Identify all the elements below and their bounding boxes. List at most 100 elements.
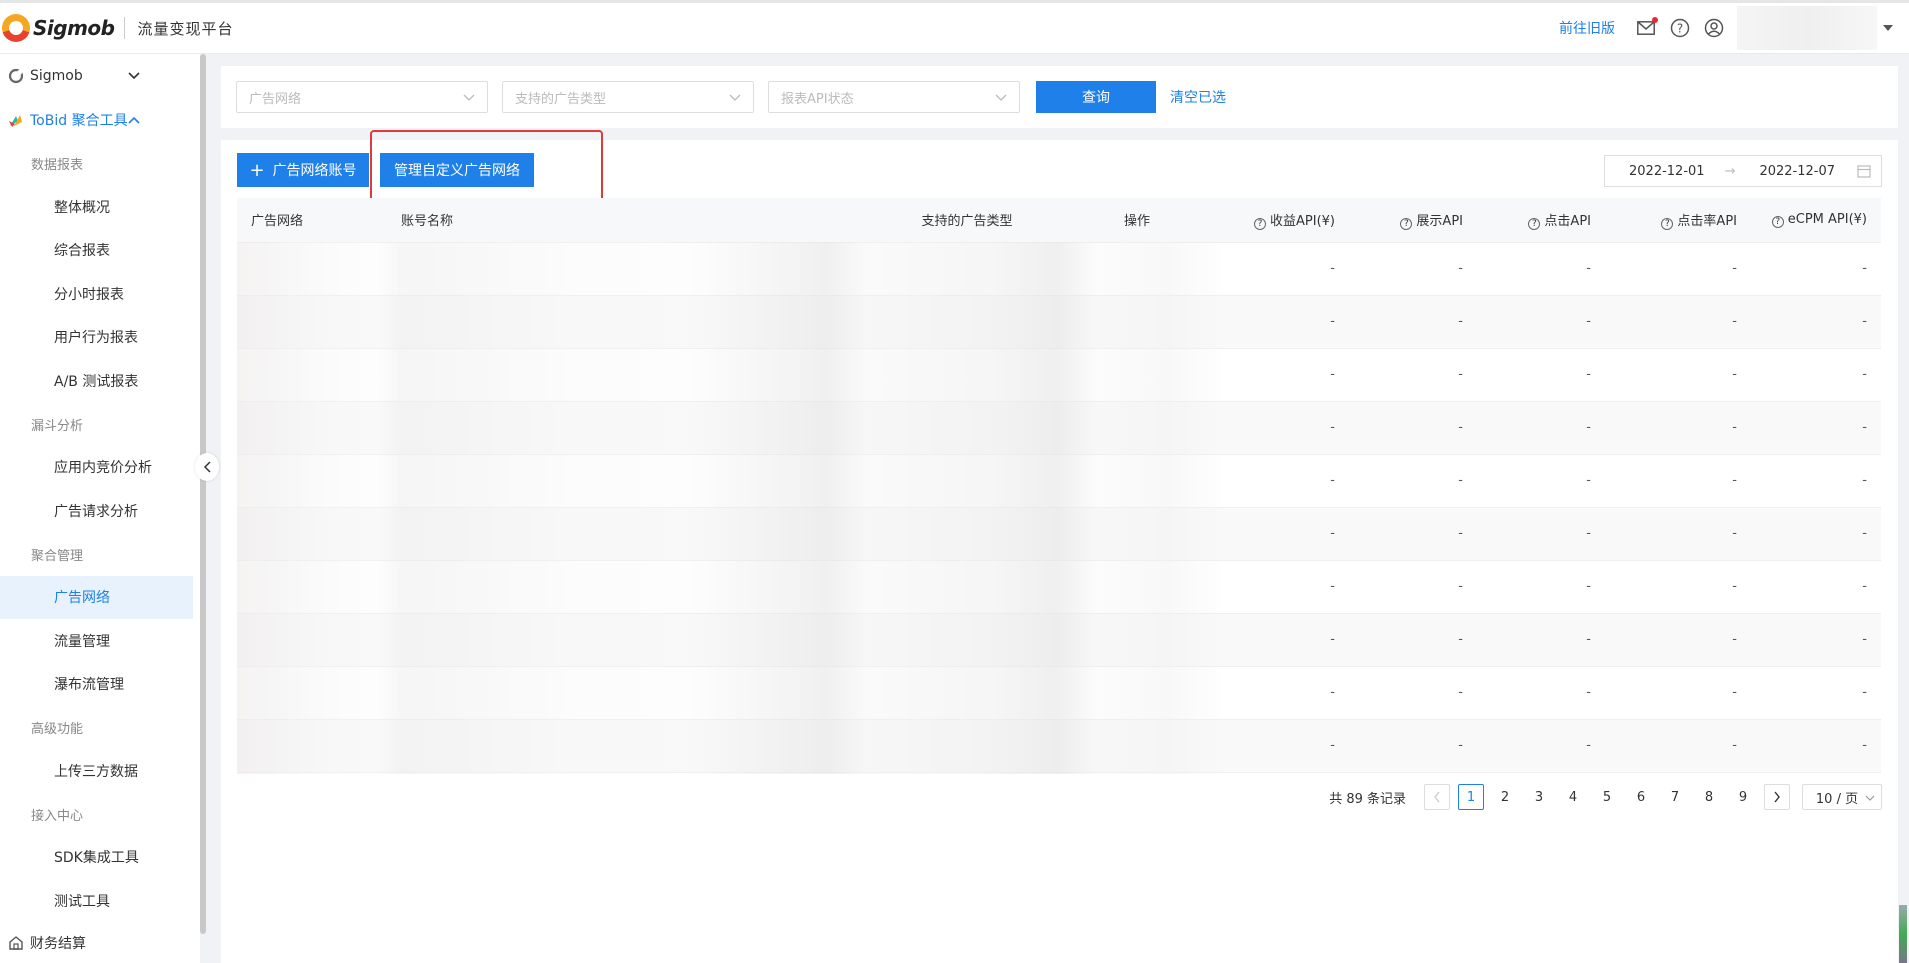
metric-cell: - — [1458, 314, 1463, 329]
redacted-cell — [237, 719, 1197, 772]
metric-cell: - — [1732, 526, 1737, 541]
api-status-select[interactable]: 报表API状态 — [768, 81, 1020, 113]
metric-cell: - — [1586, 526, 1591, 541]
column-ecpm-api[interactable]: ? eCPM API(¥) — [1751, 198, 1881, 243]
page-button[interactable]: 8 — [1696, 784, 1722, 810]
table-row[interactable]: ----- — [237, 507, 1881, 560]
chevron-down-icon — [1865, 795, 1875, 801]
column-account-name[interactable]: 账号名称 — [387, 198, 857, 243]
redacted-cell — [237, 666, 1197, 719]
sidebar-item-sdk-tool[interactable]: SDK集成工具 — [0, 836, 200, 880]
table-row[interactable]: ----- — [237, 613, 1881, 666]
date-end[interactable]: 2022-12-07 — [1759, 164, 1835, 179]
date-range-picker[interactable]: 2022-12-01 → 2022-12-07 — [1604, 155, 1882, 187]
date-start[interactable]: 2022-12-01 — [1629, 164, 1705, 179]
page-button[interactable]: 5 — [1594, 784, 1620, 810]
metric-cell: - — [1732, 579, 1737, 594]
sidebar-item-sigmob[interactable]: Sigmob — [0, 54, 200, 98]
ad-type-select[interactable]: 支持的广告类型 — [502, 81, 754, 113]
table-row[interactable]: ----- — [237, 666, 1881, 719]
page-button[interactable]: 2 — [1492, 784, 1518, 810]
sidebar-item-user-behavior-report[interactable]: 用户行为报表 — [0, 316, 200, 360]
query-button[interactable]: 查询 — [1036, 81, 1156, 113]
sidebar-collapse-button[interactable] — [195, 453, 219, 481]
metric-cell: - — [1330, 738, 1335, 753]
metric-cell: - — [1330, 314, 1335, 329]
user-name-redacted[interactable] — [1737, 6, 1877, 50]
column-ad-types[interactable]: 支持的广告类型 — [857, 198, 1077, 243]
add-account-button[interactable]: + 广告网络账号 — [237, 153, 369, 187]
user-menu-caret-icon[interactable] — [1883, 25, 1893, 31]
ad-network-select[interactable]: 广告网络 — [236, 81, 488, 113]
clear-selection-link[interactable]: 清空已选 — [1170, 87, 1226, 107]
sidebar-section-integration: 接入中心 — [31, 808, 84, 824]
question-icon[interactable]: ? — [1771, 215, 1784, 228]
sidebar-section-advanced: 高级功能 — [31, 722, 84, 737]
sidebar-item-hourly-report[interactable]: 分小时报表 — [0, 272, 200, 316]
table-row[interactable]: ----- — [237, 454, 1881, 507]
old-version-link[interactable]: 前往旧版 — [1559, 18, 1615, 38]
pagination: 共 89 条记录 123456789 10 / 页 — [1329, 784, 1882, 810]
chevron-right-icon — [1774, 791, 1780, 803]
page-size-select[interactable]: 10 / 页 — [1802, 784, 1882, 810]
prev-page-button[interactable] — [1424, 784, 1450, 810]
next-page-button[interactable] — [1764, 784, 1790, 810]
column-ctr-api[interactable]: ? 点击率API — [1605, 198, 1751, 243]
column-ad-network[interactable]: 广告网络 — [237, 198, 387, 243]
page-button[interactable]: 3 — [1526, 784, 1552, 810]
brand-logo[interactable]: Sigmob — [2, 13, 115, 43]
table-row[interactable]: ----- — [237, 348, 1881, 401]
sidebar-item-ab-test-report[interactable]: A/B 测试报表 — [0, 359, 200, 403]
redacted-cell — [237, 401, 1197, 454]
table-row[interactable]: ----- — [237, 719, 1881, 772]
user-icon[interactable] — [1703, 17, 1725, 39]
page-button[interactable]: 7 — [1662, 784, 1688, 810]
page-size-value: 10 / 页 — [1815, 791, 1859, 807]
sidebar-item-finance[interactable]: 财务结算 — [0, 923, 200, 963]
notification-dot — [1652, 17, 1658, 23]
calendar-icon — [1857, 165, 1871, 178]
question-icon[interactable]: ? — [1254, 217, 1267, 230]
redacted-cell — [237, 613, 1197, 666]
column-actions: 操作 — [1077, 198, 1197, 243]
finance-icon — [9, 935, 23, 950]
question-icon[interactable]: ? — [1400, 217, 1413, 230]
column-click-api[interactable]: ? 点击API — [1477, 198, 1605, 243]
page-button[interactable]: 4 — [1560, 784, 1586, 810]
column-revenue-api[interactable]: ? 收益API(¥) — [1197, 198, 1349, 243]
sidebar-item-test-tool[interactable]: 测试工具 — [0, 879, 200, 923]
sidebar-item-in-app-bidding[interactable]: 应用内竞价分析 — [0, 446, 200, 490]
table-row[interactable]: ----- — [237, 242, 1881, 295]
sidebar-group-tobid[interactable]: ToBid 聚合工具 — [0, 98, 200, 142]
chevron-down-icon — [128, 72, 140, 80]
metric-cell: - — [1732, 367, 1737, 382]
question-icon[interactable]: ? — [1661, 217, 1674, 230]
sidebar-item-upload-third-party[interactable]: 上传三方数据 — [0, 749, 200, 793]
metric-cell: - — [1330, 261, 1335, 276]
sidebar-scrollbar[interactable] — [200, 54, 206, 934]
question-icon[interactable]: ? — [1528, 217, 1541, 230]
column-impression-api[interactable]: ? 展示API — [1349, 198, 1477, 243]
sidebar-item-ad-request-analysis[interactable]: 广告请求分析 — [0, 489, 200, 533]
metric-cell: - — [1732, 420, 1737, 435]
sidebar-item-waterfall-management[interactable]: 瀑布流管理 — [0, 663, 200, 707]
sidebar: Sigmob ToBid 聚合工具 数据报表 整体概况 综合报表 分小时报表 用… — [0, 54, 200, 963]
sidebar-item-overview[interactable]: 整体概况 — [0, 185, 200, 229]
metric-cell: - — [1732, 738, 1737, 753]
select-placeholder: 广告网络 — [249, 91, 302, 107]
filter-bar: 广告网络 支持的广告类型 报表API状态 查询 清空已选 — [221, 66, 1898, 128]
help-icon[interactable]: ? — [1669, 17, 1691, 39]
page-button[interactable]: 9 — [1730, 784, 1756, 810]
table-row[interactable]: ----- — [237, 295, 1881, 348]
table-row[interactable]: ----- — [237, 401, 1881, 454]
sidebar-item-ad-network[interactable]: 广告网络 — [0, 575, 193, 619]
sidebar-item-comprehensive-report[interactable]: 综合报表 — [0, 229, 200, 273]
mail-icon[interactable] — [1635, 17, 1658, 39]
metric-cell: - — [1330, 367, 1335, 382]
page-button[interactable]: 1 — [1458, 784, 1484, 810]
table-row[interactable]: ----- — [237, 560, 1881, 613]
sidebar-item-traffic-management[interactable]: 流量管理 — [0, 619, 200, 663]
metric-cell: - — [1586, 473, 1591, 488]
page-button[interactable]: 6 — [1628, 784, 1654, 810]
sidebar-section-mediation: 聚合管理 — [31, 548, 84, 564]
